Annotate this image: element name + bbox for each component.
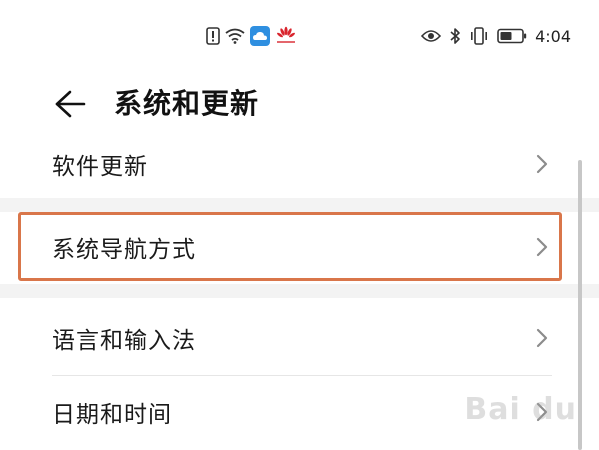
chevron-right-icon xyxy=(534,235,550,259)
chevron-right-icon xyxy=(534,326,550,350)
watermark: Bai du xyxy=(464,392,577,427)
vibrate-icon xyxy=(469,27,489,45)
settings-item-label: 系统导航方式 xyxy=(52,237,196,263)
battery-icon xyxy=(497,28,527,44)
status-bar: 4:04 xyxy=(0,0,599,70)
cloud-app-icon xyxy=(250,26,270,46)
eye-icon xyxy=(421,29,442,43)
status-time: 4:04 xyxy=(535,26,571,46)
scrollbar[interactable] xyxy=(578,160,582,450)
section-gap xyxy=(0,198,599,212)
settings-item-label: 日期和时间 xyxy=(52,402,172,428)
status-left-icons xyxy=(206,25,297,47)
wifi-icon xyxy=(225,28,245,44)
settings-item-software-update[interactable]: 软件更新 xyxy=(0,132,599,196)
page-title: 系统和更新 xyxy=(114,87,260,120)
settings-item-label: 语言和输入法 xyxy=(52,328,196,354)
back-arrow-icon xyxy=(54,90,86,118)
back-button[interactable] xyxy=(50,84,90,124)
settings-item-system-navigation[interactable]: 系统导航方式 xyxy=(0,214,599,280)
bluetooth-icon xyxy=(449,27,461,45)
settings-item-language-input[interactable]: 语言和输入法 xyxy=(0,304,599,372)
header: 系统和更新 xyxy=(0,76,599,132)
settings-item-label: 软件更新 xyxy=(52,154,148,180)
chevron-right-icon xyxy=(534,152,550,176)
huawei-icon xyxy=(275,26,297,46)
divider xyxy=(52,375,552,376)
alert-icon xyxy=(206,27,220,45)
status-right-icons: 4:04 xyxy=(421,24,571,48)
section-gap xyxy=(0,284,599,298)
